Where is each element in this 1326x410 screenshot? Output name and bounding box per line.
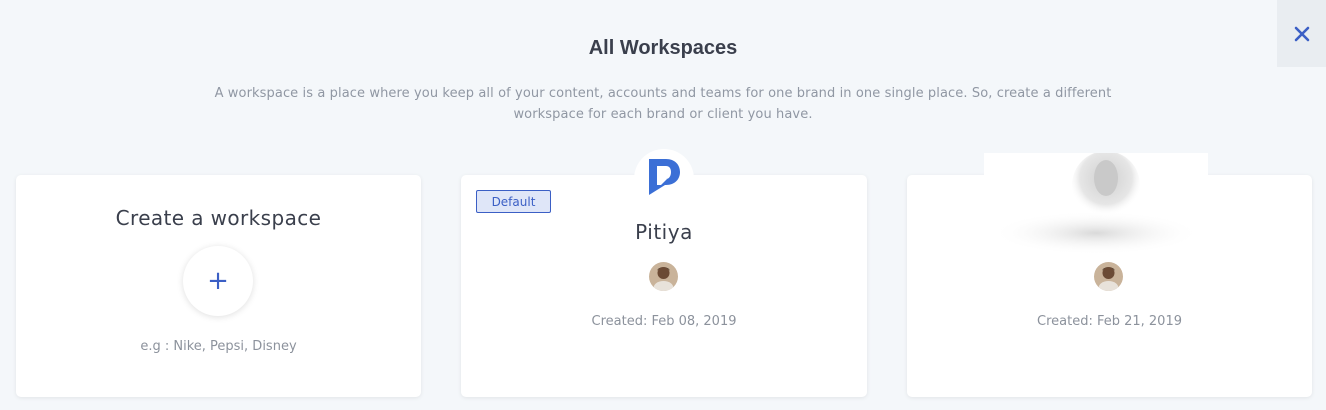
create-workspace-hint: e.g : Nike, Pepsi, Disney bbox=[140, 339, 297, 354]
created-date: Created: Feb 21, 2019 bbox=[1037, 314, 1182, 329]
user-avatar bbox=[1094, 262, 1123, 291]
create-workspace-card[interactable]: Create a workspace + e.g : Nike, Pepsi, … bbox=[16, 175, 421, 397]
workspace-logo bbox=[634, 149, 694, 209]
plus-icon: + bbox=[207, 266, 229, 296]
user-avatar bbox=[649, 262, 678, 291]
workspace-card-pitiya[interactable]: Default Pitiya Created: Feb 08, 2019 bbox=[461, 149, 867, 397]
workspace-card-2[interactable]: Created: Feb 21, 2019 bbox=[907, 153, 1312, 397]
created-date: Created: Feb 08, 2019 bbox=[591, 314, 737, 329]
placeholder-image-icon bbox=[984, 153, 1208, 259]
workspace-name: Pitiya bbox=[635, 220, 693, 244]
p-logo-icon bbox=[649, 159, 680, 195]
page-description: A workspace is a place where you keep al… bbox=[214, 86, 1112, 122]
add-workspace-button[interactable]: + bbox=[183, 246, 253, 316]
page-title: All Workspaces bbox=[588, 37, 738, 59]
create-workspace-title: Create a workspace bbox=[115, 206, 322, 230]
default-badge: Default bbox=[476, 190, 551, 213]
